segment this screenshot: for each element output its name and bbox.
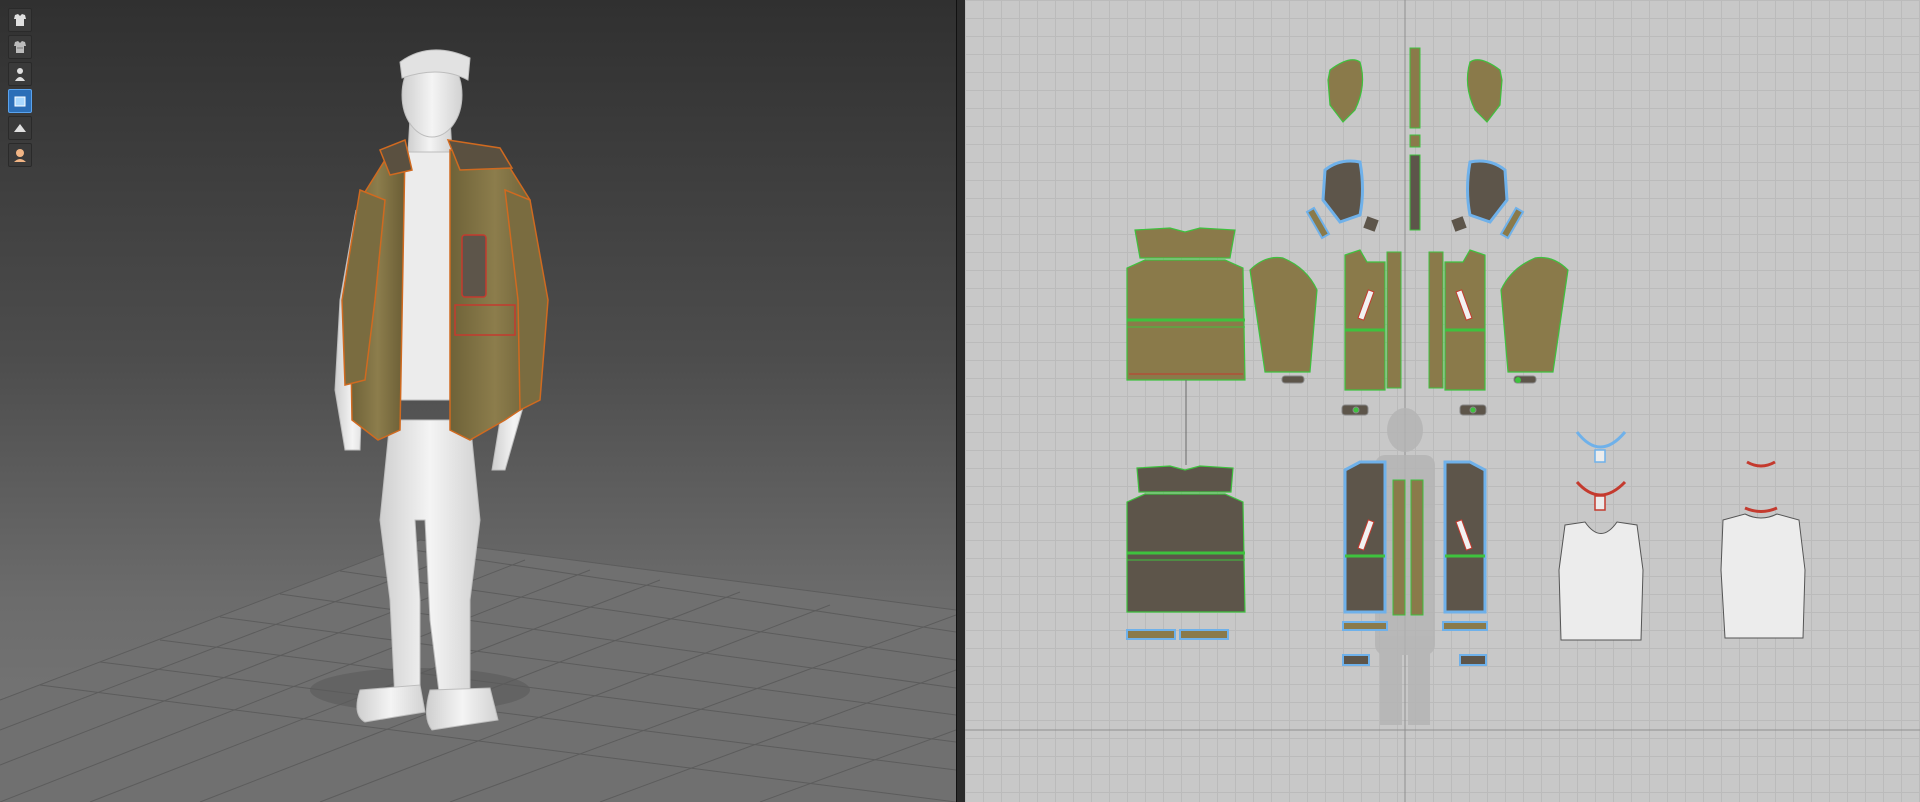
front-placket-right (1428, 251, 1444, 389)
arrangement-button[interactable] (8, 116, 32, 140)
front-placket-left (1386, 251, 1402, 389)
garment-texture-button[interactable] (8, 35, 32, 59)
avatar-skin-button[interactable] (8, 143, 32, 167)
back-yoke-piece (1134, 227, 1236, 259)
tshirt-collar-back (1575, 480, 1627, 511)
3d-window-toolbar (8, 8, 32, 169)
hood-side-left (1327, 59, 1364, 123)
tshirt-collar-front (1575, 431, 1627, 463)
front-right-piece (1444, 249, 1486, 391)
avatar-show-button[interactable] (8, 62, 32, 86)
clo3d-workspace (0, 0, 1920, 802)
front-left-piece (1344, 249, 1386, 391)
left-sleeve-piece (1249, 256, 1318, 384)
garment-show-button[interactable] (8, 8, 32, 32)
front-lining-left (1343, 460, 1387, 614)
avatar-skin-icon (14, 149, 26, 162)
front-lining-placket-right (1410, 479, 1424, 616)
hood-lining-left (1305, 159, 1379, 240)
front-lining-placket-left (1392, 479, 1406, 616)
tshirt-front-piece (1558, 521, 1644, 641)
hood-side-right (1466, 59, 1503, 123)
2d-pattern-window[interactable] (965, 0, 1920, 802)
fabric-display-button[interactable] (8, 89, 32, 113)
tshirt-neck-binding-back (1744, 460, 1778, 513)
back-lining-yoke (1136, 465, 1234, 493)
floor-grid (0, 539, 956, 802)
tshirt-back-piece (1720, 513, 1806, 639)
hood-center-strip (1409, 47, 1421, 231)
back-body-piece (1126, 259, 1246, 381)
arrangement-icon (14, 124, 26, 132)
garment-show-icon (14, 14, 26, 26)
3d-scene[interactable] (0, 0, 956, 802)
3d-garment-window[interactable] (0, 0, 956, 802)
back-lining-body (1126, 493, 1246, 613)
garment-texture-icon (14, 41, 26, 53)
fabric-display-icon (14, 96, 26, 107)
2d-pattern-canvas[interactable] (965, 0, 1920, 802)
hood-lining-right (1451, 159, 1525, 240)
back-hem-bands (1126, 629, 1229, 640)
right-sleeve-piece (1500, 256, 1569, 384)
avatar-show-icon (15, 68, 25, 81)
front-lining-right (1443, 460, 1487, 614)
